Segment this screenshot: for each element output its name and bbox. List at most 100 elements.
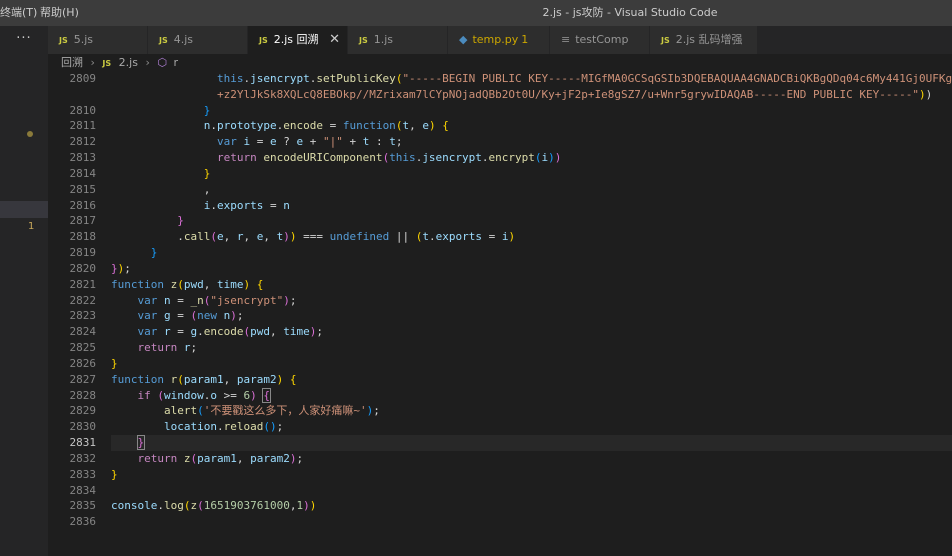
tab-label: temp.py <box>472 33 519 46</box>
tab-label: 1.js <box>373 33 394 46</box>
tab-label: 2.js 回溯 <box>273 33 319 46</box>
more-actions-icon[interactable]: ··· <box>0 26 48 54</box>
line-number: 2835 <box>69 499 97 513</box>
string-literal: '不要戳这么多下，人家好痛嘛~' <box>203 404 367 418</box>
code-line: return encodeURIComponent(this.jsencrypt… <box>216 151 562 165</box>
editor-tab-bar: JS 5.js JS 4.js JS 2.js 回溯 ✕ JS 1.js ◆ temp.p… <box>48 26 952 54</box>
line-number: 2825 <box>69 341 97 355</box>
chevron-right-icon: › <box>145 56 150 69</box>
line-number: 2834 <box>69 483 97 497</box>
menu-help[interactable]: 帮助(H) <box>40 0 79 26</box>
code-line: function r(param1, param2) { <box>111 372 297 386</box>
line-number: 2826 <box>69 356 97 370</box>
line-number: 2830 <box>69 420 97 434</box>
js-icon: JS <box>359 36 368 45</box>
number-literal: 1651903761000 <box>203 499 290 513</box>
code-line: .call(e, r, e, t)) === undefined || (t.e… <box>111 230 516 244</box>
string-literal: +z2YlJkSk8XQLcQ8EBOkp//MZrixam7lCYpNOjad… <box>216 87 919 101</box>
close-icon[interactable]: ✕ <box>329 26 340 54</box>
code-line: return r; <box>137 341 198 355</box>
code-line: this.jsencrypt.setPublicKey("-----BEGIN … <box>111 71 952 87</box>
tab-1js[interactable]: JS 1.js <box>348 26 448 54</box>
tab-label: 5.js <box>73 33 94 46</box>
code-line: } <box>177 214 184 228</box>
line-number: 2816 <box>69 198 97 212</box>
code-line-current: } <box>111 435 952 451</box>
js-icon: JS <box>59 36 68 45</box>
code-editor[interactable]: 2809 2810 2811 2812 2813 2814 2815 2816 … <box>48 71 952 556</box>
line-number: 2817 <box>69 214 97 228</box>
line-number: 2829 <box>69 404 97 418</box>
tab-testcomp[interactable]: ≡ testComp <box>550 26 650 54</box>
tab-2js-active[interactable]: JS 2.js 回溯 ✕ <box>248 26 348 54</box>
code-line: n.prototype.encode = function(t, e) { <box>203 119 449 133</box>
js-icon: JS <box>159 36 168 45</box>
code-line: +z2YlJkSk8XQLcQ8EBOkp//MZrixam7lCYpNOjad… <box>216 87 933 101</box>
tab-temp-py[interactable]: ◆ temp.py 1 <box>448 26 550 54</box>
breadcrumb-file[interactable]: 2.js <box>119 54 138 71</box>
line-number-current: 2831 <box>69 436 97 450</box>
python-icon: ◆ <box>459 33 468 46</box>
line-number: 2832 <box>69 451 97 465</box>
breadcrumb-symbol[interactable]: r <box>173 54 178 71</box>
line-number: 2815 <box>69 182 97 196</box>
string-literal: "|" <box>322 135 343 149</box>
chevron-right-icon: › <box>90 56 95 69</box>
breadcrumb-folder[interactable]: 回溯 <box>61 54 83 71</box>
line-number: 2810 <box>69 103 97 117</box>
js-icon: JS <box>259 36 268 45</box>
activity-bar <box>0 26 48 556</box>
code-line: var g = (new n); <box>137 309 244 323</box>
modified-dot-icon <box>27 131 33 137</box>
problem-count-badge: 1 <box>28 221 35 232</box>
tab-label: 2.js 乱码增强 <box>675 33 743 46</box>
tab-5js[interactable]: JS 5.js <box>48 26 148 54</box>
tab-2js-extra[interactable]: JS 2.js 乱码增强 <box>650 26 758 54</box>
line-number: 2811 <box>69 119 97 133</box>
tab-4js[interactable]: JS 4.js <box>148 26 248 54</box>
line-number: 2819 <box>69 246 97 260</box>
line-number: 2818 <box>69 230 97 244</box>
string-literal: "jsencrypt" <box>210 293 284 307</box>
code-line: var i = e ? e + "|" + t : t; <box>216 135 403 149</box>
code-line: } <box>111 467 118 481</box>
line-number: 2822 <box>69 293 97 307</box>
line-number: 2836 <box>69 515 97 529</box>
line-number-gutter: 2809 2810 2811 2812 2813 2814 2815 2816 … <box>48 71 97 530</box>
title-bar: 终端(T) 帮助(H) 2.js - js攻防 - Visual Studio … <box>0 0 952 26</box>
line-number: 2814 <box>69 166 97 180</box>
code-line: var n = _n("jsencrypt"); <box>137 293 297 307</box>
line-number <box>48 87 96 103</box>
code-line: function z(pwd, time) { <box>111 277 264 291</box>
code-line: }); <box>111 261 131 275</box>
code-lines: this.jsencrypt.setPublicKey("-----BEGIN … <box>111 71 952 530</box>
code-line: } <box>203 166 211 180</box>
js-icon: JS <box>102 59 112 68</box>
code-line: , <box>111 182 211 196</box>
line-number: 2828 <box>69 388 97 402</box>
line-number: 2813 <box>69 151 97 165</box>
line-number: 2833 <box>69 467 97 481</box>
string-literal: "-----BEGIN PUBLIC KEY-----MIGfMA0GCSqGS… <box>402 72 952 85</box>
code-line: } <box>150 246 158 260</box>
line-number: 2809 <box>69 72 97 85</box>
code-line: i.exports = n <box>203 198 290 212</box>
tab-label: 4.js <box>173 33 194 46</box>
window-title: 2.js - js攻防 - Visual Studio Code <box>542 6 718 19</box>
code-line: } <box>111 356 118 370</box>
selected-sidebar-row[interactable] <box>0 201 48 218</box>
line-number: 2821 <box>69 277 97 291</box>
code-line: console.log(z(1651903761000,1)) <box>111 499 317 513</box>
line-number: 2812 <box>69 135 97 149</box>
symbol-variable-icon: ⬡ <box>157 56 167 69</box>
line-number: 2823 <box>69 309 97 323</box>
menu-terminal[interactable]: 终端(T) <box>0 0 37 26</box>
tab-label: testComp <box>575 33 629 46</box>
js-icon: JS <box>661 36 670 45</box>
code-line: alert('不要戳这么多下，人家好痛嘛~'); <box>163 404 380 418</box>
problems-count: 1 <box>521 33 529 46</box>
line-number: 2824 <box>69 325 97 339</box>
breadcrumb: 回溯 › JS 2.js › ⬡ r <box>48 54 952 71</box>
